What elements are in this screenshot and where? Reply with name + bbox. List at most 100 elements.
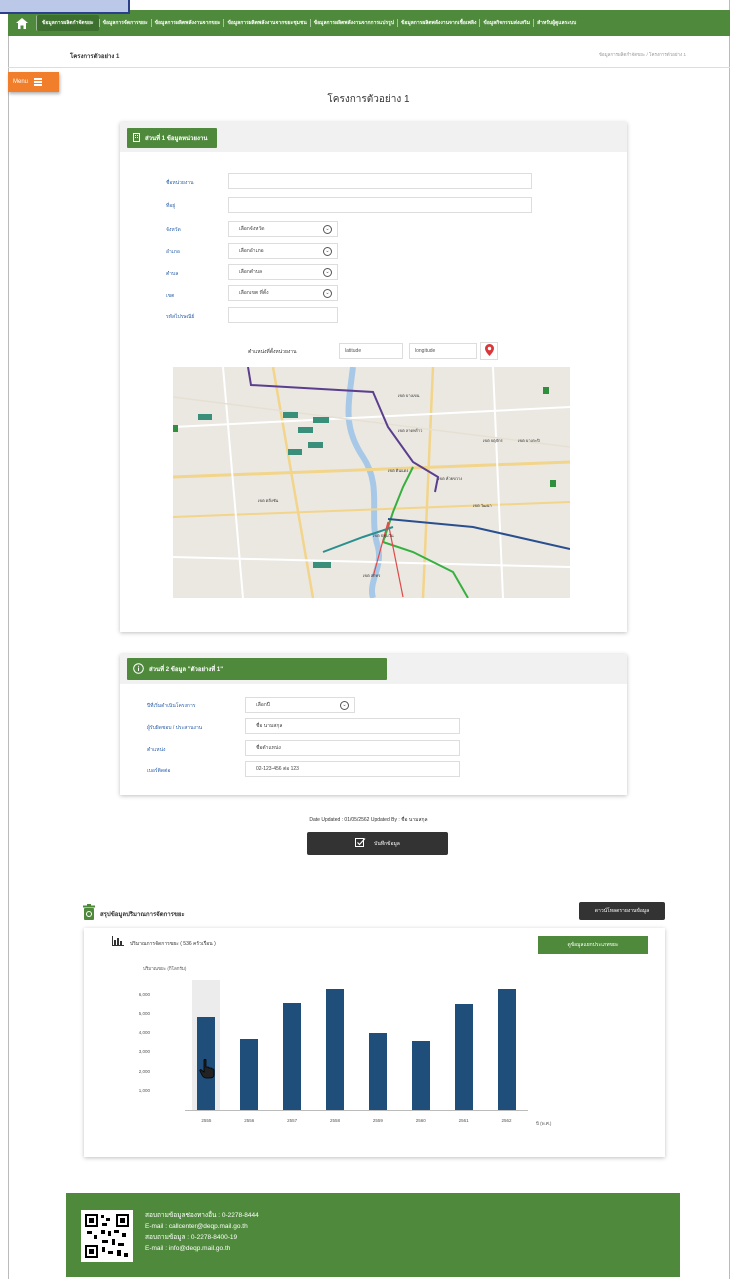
chart-bar[interactable]	[283, 1003, 302, 1110]
footer-email-1[interactable]: E-mail : callcenter@deqp.mail.go.th	[145, 1221, 259, 1232]
page-title: โครงการตัวอย่าง 1	[327, 94, 410, 105]
chart-bar[interactable]	[368, 1033, 387, 1110]
chart-bar[interactable]	[454, 1004, 473, 1110]
section1-header: ส่วนที่ 1 ข้อมูลหน่วยงาน	[120, 122, 627, 152]
y-axis-title: ปริมาณขยะ (กิโลกรัม)	[143, 966, 187, 971]
recycle-bin-icon	[82, 904, 96, 920]
map-label: เขต วัฒนา	[473, 503, 492, 508]
map-label: เขต จตุจักร	[483, 438, 503, 443]
y-tick-label: 4,000	[138, 1030, 150, 1036]
map-pin-button[interactable]	[480, 342, 498, 360]
org-label: ชื่อหน่วยงาน	[166, 180, 194, 186]
phone-value: 02-123-456 ต่อ 123	[256, 766, 299, 772]
info-icon	[133, 662, 144, 676]
x-tick-label: 2559	[372, 1118, 383, 1123]
footer-line: สอบถามข้อมูล : 0-2278-8400-19	[145, 1234, 238, 1241]
chart-bar[interactable]	[240, 1038, 259, 1110]
map-label: เขต ตลิ่งชัน	[258, 498, 279, 503]
building-icon	[133, 132, 140, 144]
chevron-down-icon: ⌄	[340, 701, 349, 710]
nav-item-5[interactable]: ข้อมูลการผลิตพลังงานจากเชื้อเพลิง	[397, 19, 479, 27]
section2-tag: ส่วนที่ 2 ข้อมูล "ตัวอย่างที่ 1"	[127, 658, 387, 680]
location-map[interactable]: เขต บางเขน เขต ลาดพร้าว เขต บางกะปิ เขต …	[173, 367, 570, 598]
map-label: เขต ปทุมวัน	[373, 533, 394, 538]
province-select-value: เลือกจังหวัด	[239, 226, 265, 232]
address-label: ที่อยู่	[166, 203, 176, 209]
location-label: ตำแหน่งที่ตั้งหน่วยงาน	[248, 349, 297, 355]
section2-header: ส่วนที่ 2 ข้อมูล "ตัวอย่างที่ 1"	[120, 654, 627, 684]
x-tick-label: 2557	[287, 1118, 298, 1123]
menu-button[interactable]: Menu	[8, 72, 59, 92]
footer: สอบถามข้อมูลช่องทางอื่น : 0-2278-8444 E-…	[66, 1193, 680, 1277]
phone-label: เบอร์ติดต่อ	[147, 768, 171, 774]
district-label: อำเภอ	[166, 249, 180, 255]
compare-button[interactable]: ดูข้อมูลแยกประเภทขยะ	[538, 936, 648, 954]
section2-title: ส่วนที่ 2 ข้อมูล "ตัวอย่างที่ 1"	[149, 667, 224, 673]
y-tick-label: 2,000	[138, 1068, 150, 1074]
contact-label: ผู้รับผิดชอบ / ประสานงาน	[147, 725, 203, 731]
nav-item-1[interactable]: ข้อมูลการจัดการขยะ	[98, 19, 151, 27]
period-select[interactable]: เลือกปี ⌄	[245, 697, 355, 713]
nav-item-2[interactable]: ข้อมูลการผลิตพลังงานจากขยะ	[150, 19, 224, 27]
nav-item-4[interactable]: ข้อมูลการผลิตพลังงานจากการแปรรูป	[309, 19, 397, 27]
chevron-down-icon: ⌄	[323, 289, 332, 298]
nav-item-3[interactable]: ข้อมูลการผลิตพลังงานจากขยะชุมชน	[223, 19, 309, 27]
latitude-input[interactable]: latitude	[339, 343, 403, 359]
chevron-down-icon: ⌄	[323, 225, 332, 234]
chart-bar[interactable]	[497, 988, 516, 1110]
position-value: ชื่อตำแหน่ง	[256, 745, 281, 751]
map-pin-icon	[484, 344, 494, 358]
org-input[interactable]	[228, 173, 532, 189]
x-tick-label: 2558	[330, 1118, 341, 1123]
chart-bar[interactable]	[326, 988, 345, 1110]
qr-code	[81, 1210, 133, 1262]
map-label: เขต ดินแดง	[388, 468, 409, 473]
bar-chart-icon	[112, 936, 124, 946]
hand-cursor-icon	[199, 1058, 215, 1079]
nav-item-6[interactable]: ข้อมูลกิจกรรมส่งเสริม	[479, 19, 533, 27]
hamburger-icon	[34, 78, 43, 86]
map-label: เขต ห้วยขวาง	[438, 476, 463, 481]
home-icon[interactable]	[14, 16, 30, 30]
area-select[interactable]: เลือกเขต ที่ตั้ง ⌄	[228, 285, 338, 301]
position-input[interactable]: ชื่อตำแหน่ง	[245, 740, 460, 756]
phone-input[interactable]: 02-123-456 ต่อ 123	[245, 761, 460, 777]
contact-input[interactable]: ชื่อ นามสกุล	[245, 718, 460, 734]
contact-value: ชื่อ นามสกุล	[256, 723, 283, 729]
district-select-value: เลือกอำเภอ	[239, 248, 264, 254]
period-label: ปีที่เริ่มดำเนินโครงการ	[147, 703, 196, 709]
postcode-input[interactable]	[228, 307, 338, 323]
map-label: เขต ลาดพร้าว	[398, 428, 423, 433]
x-tick-label: 2561	[458, 1118, 469, 1123]
district-select[interactable]: เลือกอำเภอ ⌄	[228, 243, 338, 259]
subdistrict-select[interactable]: เลือกตำบล ⌄	[228, 264, 338, 280]
subdistrict-select-value: เลือกตำบล	[239, 269, 263, 275]
summary-title: สรุปข้อมูลปริมาณการจัดการขยะ	[100, 912, 185, 918]
map-label: เขต บางเขน	[398, 393, 420, 398]
y-tick-label: 6,000	[138, 991, 150, 997]
latitude-placeholder: latitude	[345, 348, 362, 354]
footer-email-2[interactable]: E-mail : info@deqp.mail.go.th	[145, 1243, 259, 1254]
nav-item-0[interactable]: ข้อมูลการผลิตกำจัดขยะ	[36, 15, 99, 31]
breadcrumb[interactable]: ข้อมูลการผลิตกำจัดขยะ / โครงการตัวอย่าง …	[599, 51, 686, 58]
longitude-input[interactable]: longitude	[409, 343, 477, 359]
save-label: บันทึกข้อมูล	[374, 840, 400, 847]
y-tick-label: 5,000	[138, 1010, 150, 1016]
province-select[interactable]: เลือกจังหวัด ⌄	[228, 221, 338, 237]
section1-title: ส่วนที่ 1 ข้อมูลหน่วยงาน	[145, 136, 208, 142]
x-axis-title: ปี (พ.ศ.)	[536, 1121, 552, 1126]
x-tick-label: 2555	[201, 1118, 212, 1123]
address-input[interactable]	[228, 197, 532, 213]
menu-label: Menu	[13, 79, 29, 85]
x-tick-label: 2560	[415, 1118, 426, 1123]
postcode-label: รหัสไปรษณีย์	[166, 314, 195, 320]
nav-item-7[interactable]: สำหรับผู้ดูแลระบบ	[533, 19, 579, 27]
chart-bar[interactable]	[411, 1040, 430, 1110]
chevron-down-icon: ⌄	[323, 268, 332, 277]
save-button[interactable]: บันทึกข้อมูล	[307, 832, 448, 855]
x-tick-label: 2556	[244, 1118, 255, 1123]
map-label: เขต บางกะปิ	[518, 438, 540, 443]
export-button[interactable]: ดาวน์โหลดรายงานข้อมูล	[579, 902, 665, 920]
check-edit-icon	[355, 837, 366, 850]
footer-line: สอบถามข้อมูลช่องทางอื่น : 0-2278-8444	[145, 1212, 259, 1219]
